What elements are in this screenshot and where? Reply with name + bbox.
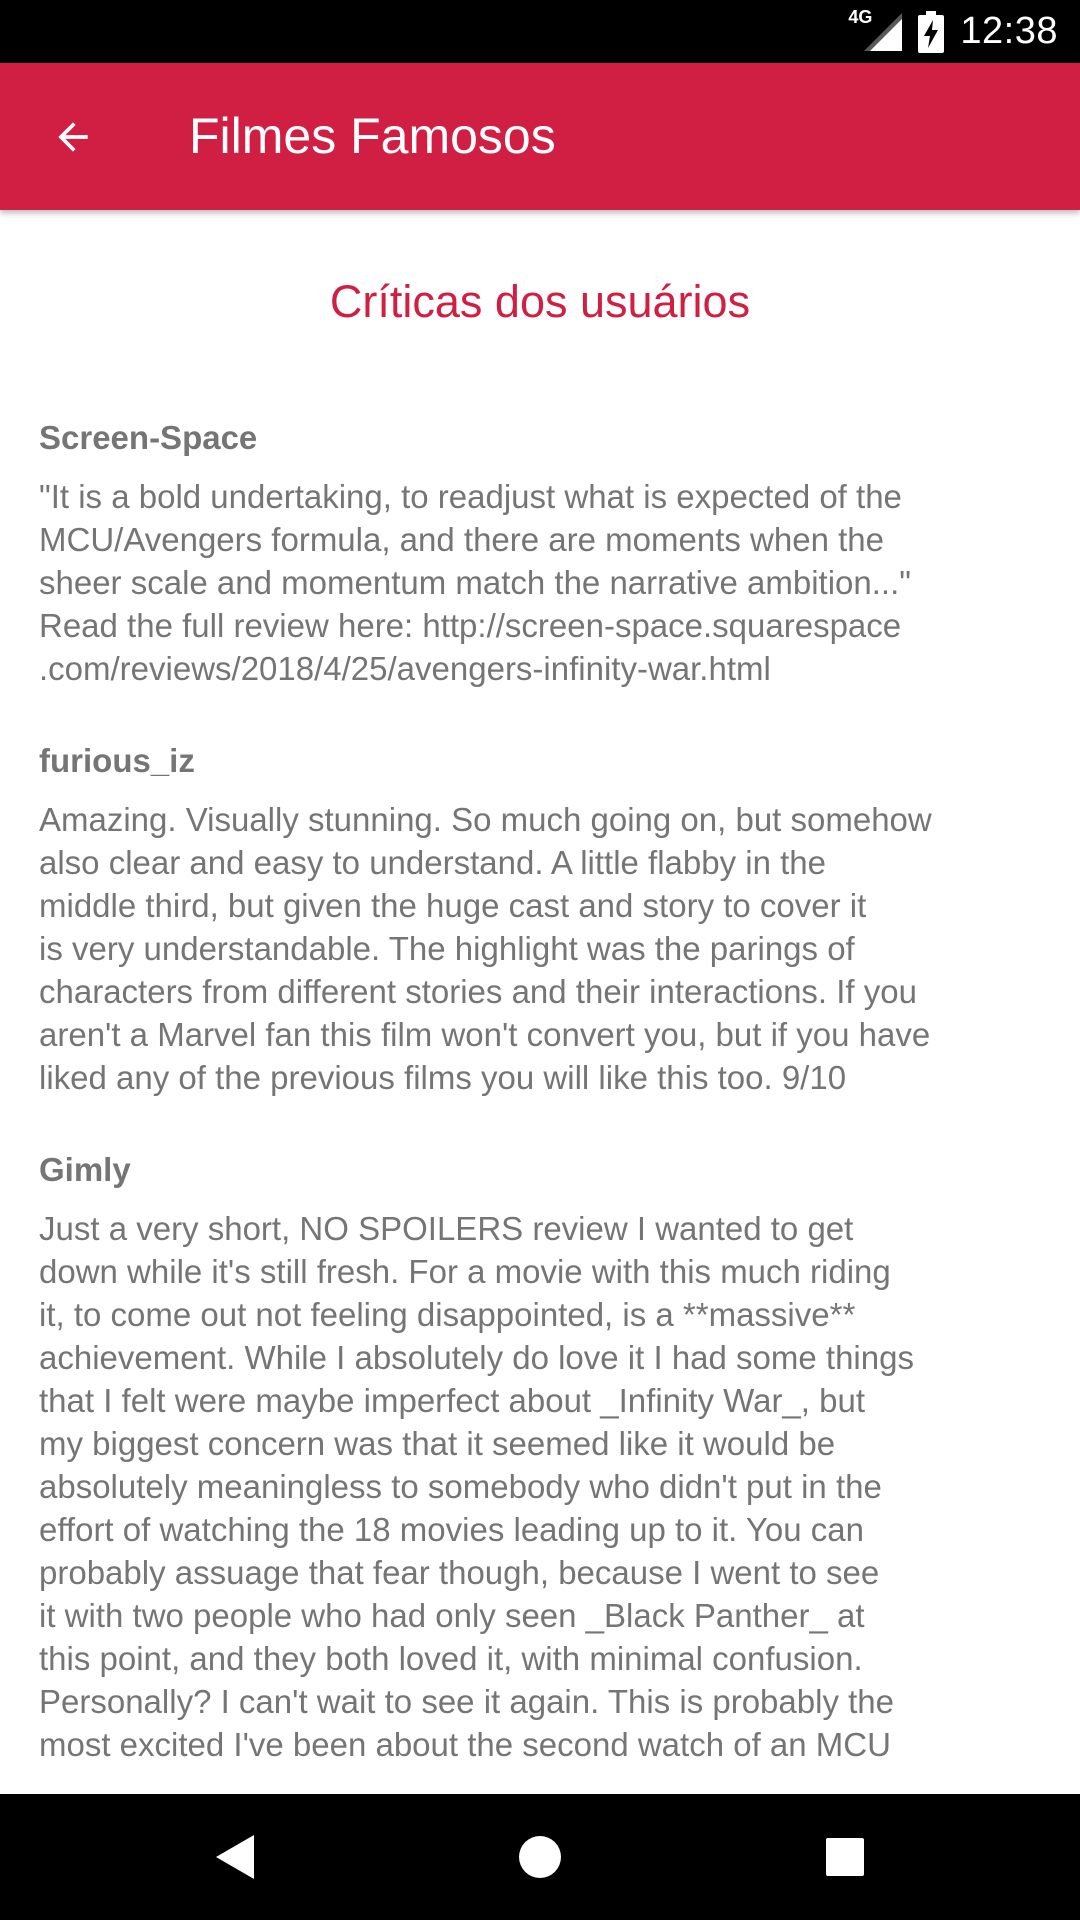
nav-home-button[interactable] [460,1794,620,1920]
review-item: Gimly Just a very short, NO SPOILERS rev… [39,1147,1049,1766]
clock: 12:38 [960,10,1058,52]
nav-recents-button[interactable] [765,1794,925,1920]
section-title: Críticas dos usuários [329,276,751,327]
review-item: furious_iz Amazing. Visually stunning. S… [39,738,1049,1099]
reviews-screen[interactable]: Críticas dos usuários Screen-Space "It i… [0,210,1080,1794]
review-item: Screen-Space "It is a bold undertaking, … [39,415,1049,690]
cell-signal-icon: 4G [848,7,903,55]
home-circle-icon [519,1836,561,1878]
back-button[interactable] [36,100,110,174]
reviews-list[interactable]: Screen-Space "It is a bold undertaking, … [39,415,1049,1794]
review-author: Gimly [39,1151,131,1188]
recents-square-icon [826,1838,864,1876]
app-title: Filmes Famosos [189,108,556,164]
review-content: Amazing. Visually stunning. So much goin… [39,801,932,1096]
nav-back-button[interactable] [155,1794,315,1920]
status-bar: 4G 12:38 [0,0,1080,63]
status-icons: 4G 12:38 [848,0,1058,63]
review-content: "It is a bold undertaking, to readjust w… [39,478,911,687]
arrow-back-icon [58,122,88,152]
review-content: Just a very short, NO SPOILERS review I … [39,1210,914,1763]
review-author: Screen-Space [39,419,258,456]
system-nav-bar [0,1794,1080,1920]
review-author: furious_iz [39,742,195,779]
back-triangle-icon [216,1835,254,1879]
battery-charging-icon [918,10,945,53]
app-bar: Filmes Famosos [0,63,1080,210]
